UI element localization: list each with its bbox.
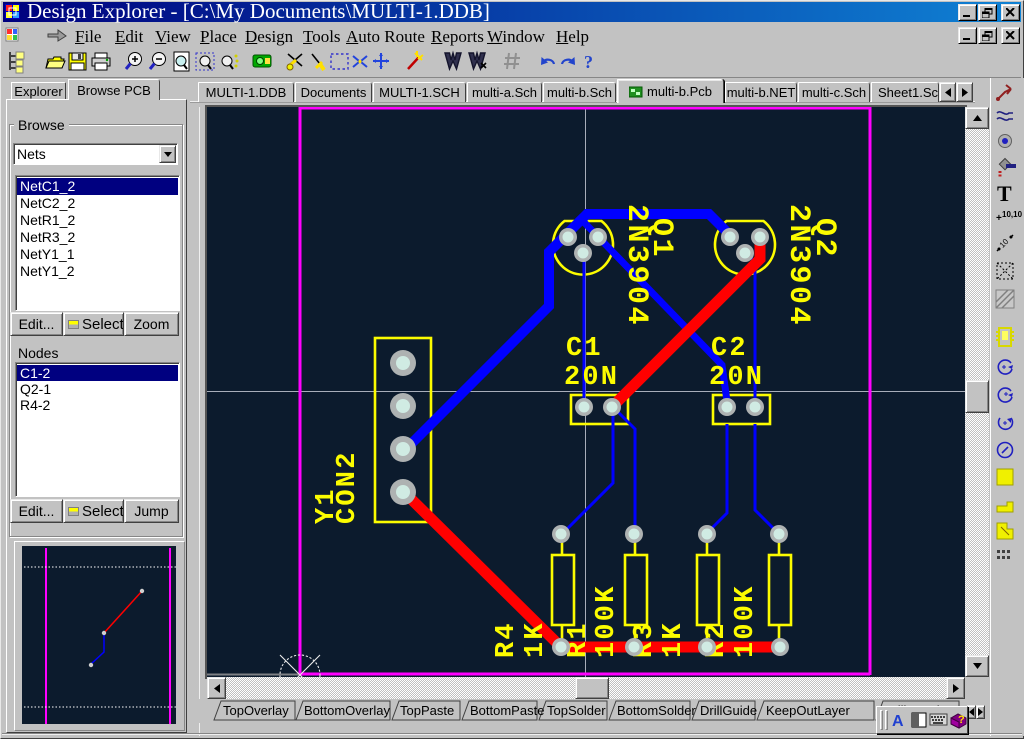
- svg-text:CON2: CON2: [333, 450, 363, 524]
- svg-text:20N: 20N: [709, 363, 764, 393]
- svg-text:2N3904: 2N3904: [619, 204, 653, 327]
- svg-text:BottomOverlay: BottomOverlay: [304, 703, 390, 718]
- svg-text:20N: 20N: [564, 363, 619, 393]
- svg-text:TopOverlay: TopOverlay: [223, 703, 289, 718]
- svg-text:100K: 100K: [731, 584, 761, 658]
- svg-text:R1: R1: [564, 621, 594, 658]
- svg-text:TopSolder: TopSolder: [547, 703, 606, 718]
- svg-text:?: ?: [958, 714, 965, 726]
- svg-text:2N3904: 2N3904: [781, 204, 815, 327]
- svg-text:A: A: [892, 713, 904, 730]
- svg-text:TopPaste: TopPaste: [400, 703, 454, 718]
- svg-text:BottomPaste: BottomPaste: [470, 703, 544, 718]
- svg-text:C1: C1: [566, 334, 603, 364]
- svg-text:KeepOutLayer: KeepOutLayer: [766, 703, 851, 718]
- svg-text:10,10: 10,10: [1002, 210, 1023, 219]
- svg-text:?: ?: [584, 52, 593, 72]
- svg-text:R4: R4: [492, 621, 522, 658]
- svg-text:C2: C2: [711, 334, 748, 364]
- svg-text:1K: 1K: [659, 621, 689, 658]
- svg-text:1K: 1K: [521, 621, 551, 658]
- svg-text:100K: 100K: [592, 584, 622, 658]
- svg-text:DrillGuide: DrillGuide: [700, 703, 757, 718]
- svg-text:BottomSolder: BottomSolder: [617, 703, 696, 718]
- svg-text:T: T: [997, 181, 1012, 206]
